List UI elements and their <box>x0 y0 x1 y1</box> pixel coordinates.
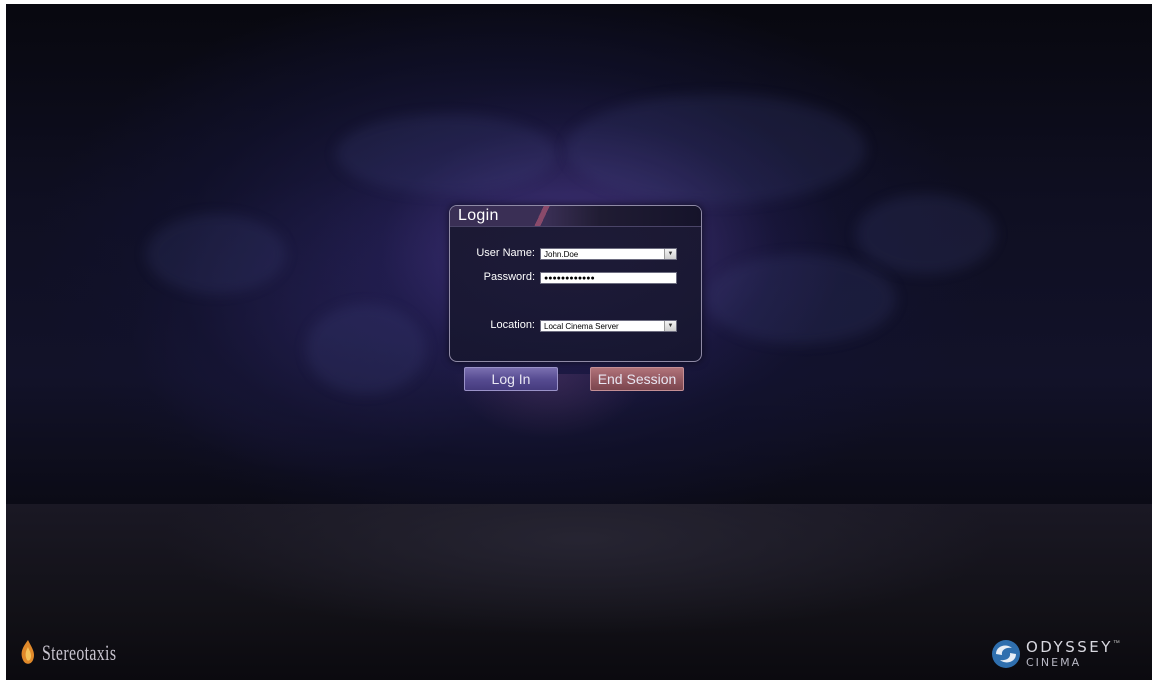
odyssey-swirl-icon <box>992 640 1020 668</box>
stereotaxis-logo-text: Stereotaxis <box>42 640 117 665</box>
map-landmass <box>336 114 556 194</box>
map-landmass <box>856 194 996 274</box>
map-landmass <box>306 304 426 394</box>
stereotaxis-logo: Stereotaxis <box>18 636 145 670</box>
username-value: John.Doe <box>544 250 579 259</box>
map-landmass <box>146 214 286 294</box>
location-label: Location: <box>490 319 535 331</box>
location-select[interactable]: Local Cinema Server ▼ <box>540 320 677 332</box>
login-button[interactable]: Log In <box>464 367 558 391</box>
odyssey-cinema-logo: ODYSSEY™ CINEMA <box>990 636 1120 672</box>
password-field[interactable]: ●●●●●●●●●●●● <box>540 272 677 284</box>
map-landmass <box>706 254 896 344</box>
login-panel: Login User Name: John.Doe ▼ Password: ●●… <box>449 205 702 362</box>
odyssey-logo-word: ODYSSEY <box>1026 638 1113 656</box>
location-value: Local Cinema Server <box>544 322 619 331</box>
map-landmass <box>566 94 866 204</box>
login-panel-header: Login <box>450 206 701 227</box>
username-label: User Name: <box>476 247 535 259</box>
end-session-button[interactable]: End Session <box>590 367 684 391</box>
spotlight-glow <box>424 374 674 524</box>
header-accent <box>528 206 558 226</box>
flame-icon <box>21 640 35 664</box>
login-title: Login <box>458 207 499 224</box>
cinema-logo-word: CINEMA <box>1026 656 1082 669</box>
trademark-mark: ™ <box>1112 640 1120 647</box>
stage-floor <box>6 504 1152 680</box>
password-value: ●●●●●●●●●●●● <box>544 275 595 282</box>
chevron-down-icon[interactable]: ▼ <box>664 321 676 331</box>
chevron-down-icon[interactable]: ▼ <box>664 249 676 259</box>
password-label: Password: <box>483 271 535 283</box>
username-field[interactable]: John.Doe ▼ <box>540 248 677 260</box>
